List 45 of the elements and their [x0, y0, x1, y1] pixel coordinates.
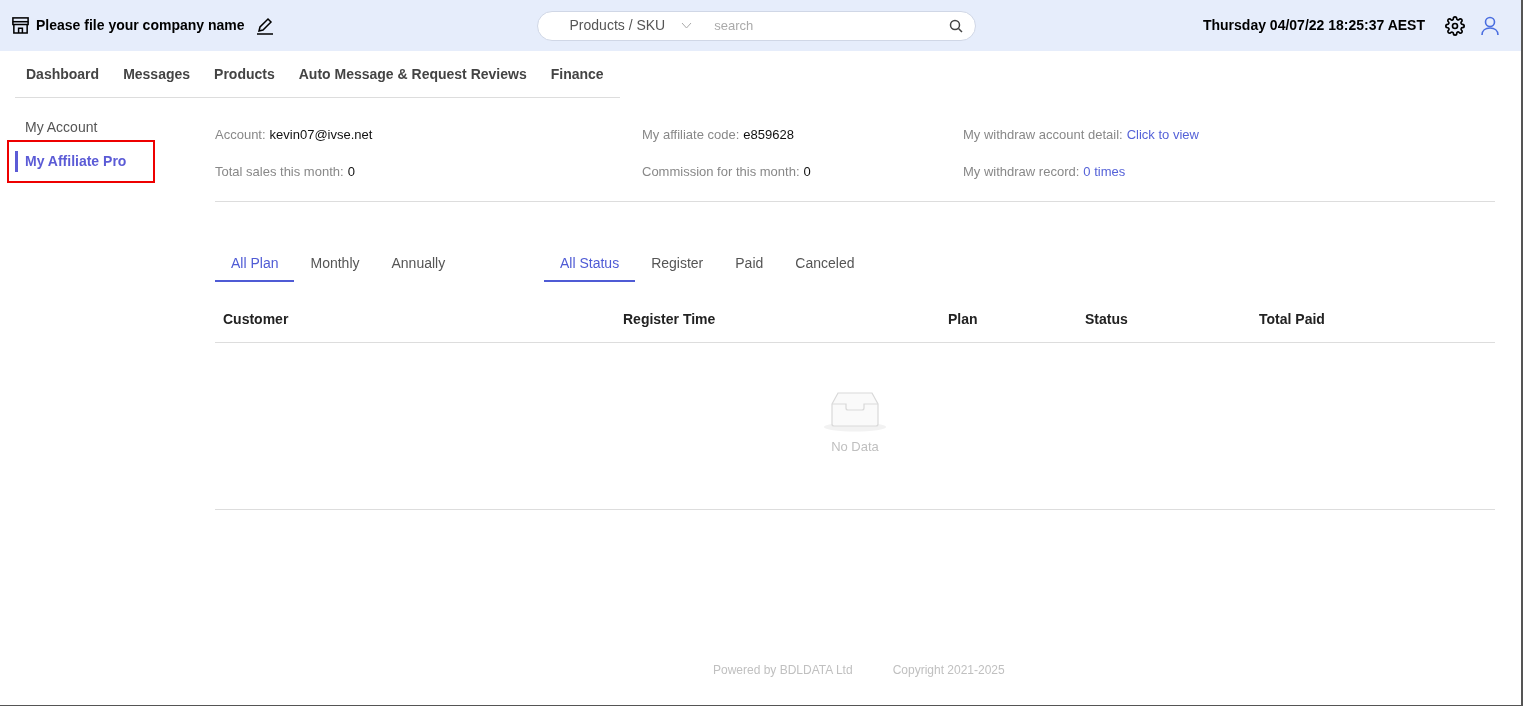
search-bar[interactable]: Products / SKU search: [536, 10, 976, 41]
filter-tab[interactable]: Annually: [375, 247, 462, 282]
info-link[interactable]: Click to view: [1126, 125, 1199, 145]
date-time: Thursday 04/07/22 18:25:37 AEST: [1202, 16, 1425, 35]
filter-tab[interactable]: All Plan: [215, 247, 295, 282]
filter-tab[interactable]: Monthly: [294, 247, 376, 282]
footer-text: Powered by BDLDATA Ltd: [713, 662, 853, 679]
filter-tab[interactable]: All Status: [544, 247, 636, 282]
empty-inbox-icon: [823, 390, 887, 432]
search-icon[interactable]: [948, 18, 963, 33]
info-label: My withdraw account detail:: [963, 126, 1123, 144]
user-icon[interactable]: [1481, 15, 1499, 36]
column-header: Customer: [223, 309, 290, 329]
search-field[interactable]: search: [714, 15, 949, 36]
filter-tab[interactable]: Register: [635, 247, 720, 282]
info-label: Commission for this month:: [642, 162, 800, 181]
company-name: Please file your company name: [36, 16, 245, 35]
sidebar-item[interactable]: My Affiliate Pro: [15, 151, 127, 172]
nav-tab[interactable]: Dashboard: [26, 63, 100, 85]
info-label: My affiliate code:: [642, 126, 740, 144]
nav-tab[interactable]: Finance: [550, 63, 604, 85]
chevron-down-icon: [681, 22, 693, 29]
nav-tab[interactable]: Auto Message & Request Reviews: [298, 63, 527, 85]
info-value: 0: [803, 162, 811, 181]
sidebar-item[interactable]: My Account: [15, 116, 98, 138]
filter-tab[interactable]: Canceled: [779, 247, 871, 282]
info-label: Total sales this month:: [215, 162, 344, 181]
info-label: Account:: [215, 126, 266, 144]
nav-tab[interactable]: Products: [214, 63, 275, 85]
info-value: kevin07@ivse.net: [269, 126, 373, 144]
column-header: Plan: [948, 309, 979, 329]
info-value: e859628: [743, 126, 794, 144]
column-header: Total Paid: [1259, 309, 1326, 329]
nav-tab[interactable]: Messages: [123, 63, 191, 85]
column-header: Status: [1085, 309, 1129, 329]
filter-tab[interactable]: Paid: [719, 247, 780, 282]
info-value: 0: [347, 162, 355, 181]
settings-icon[interactable]: [1445, 15, 1465, 36]
edit-button[interactable]: [254, 15, 275, 36]
store-icon: [11, 16, 30, 35]
info-label: My withdraw record:: [963, 162, 1080, 181]
empty-message: No Data: [831, 438, 879, 456]
column-header: Register Time: [623, 309, 717, 329]
footer-text: Copyright 2021-2025: [892, 662, 1005, 679]
info-link[interactable]: 0 times: [1083, 161, 1126, 181]
